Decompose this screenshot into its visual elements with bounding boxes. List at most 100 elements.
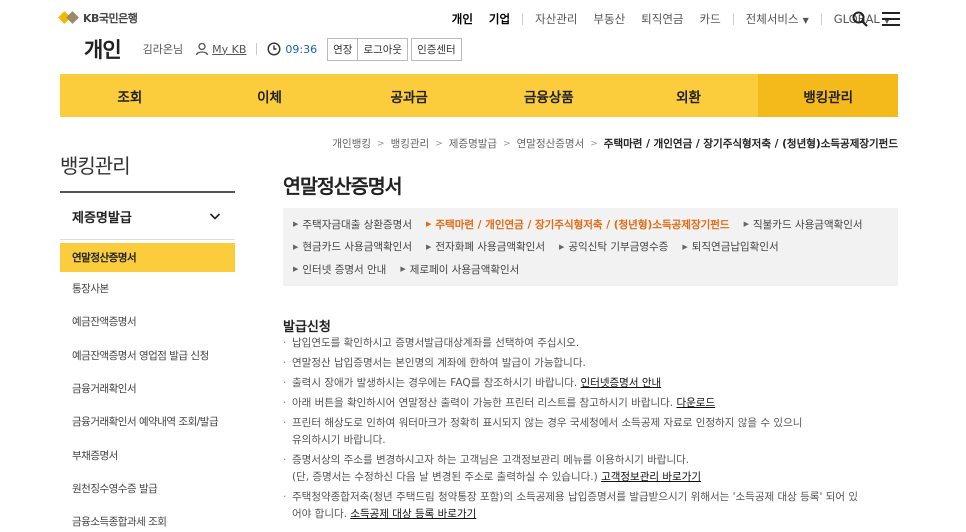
deduction-registration-link[interactable]: 소득공제 대상 등록 바로가기	[350, 508, 476, 520]
triangle-bullet-icon: ▶	[293, 220, 299, 229]
gnb-pension[interactable]: 퇴직연금	[641, 11, 683, 27]
divider	[820, 13, 822, 25]
sidebar-group-certificates[interactable]: 제증명발급	[60, 193, 235, 240]
notice-text: 아래 버튼을 확인하시어 연말정산 출력이 가능한 프린터 리스트를 참고하시기…	[292, 397, 674, 409]
tab-zeropay[interactable]: ▶ 제로페이 사용금액확인서	[400, 258, 519, 281]
tab-retirement-pension[interactable]: ▶ 퇴직연금납입확인서	[682, 236, 778, 259]
extend-session-button[interactable]: 연장	[327, 37, 359, 61]
divider	[522, 13, 524, 25]
tab-label: 주택자금대출 상환증명서	[302, 218, 412, 231]
nav-products[interactable]: 금융상품	[479, 74, 619, 117]
notice-item: 출력시 장애가 발생하시는 경우에는 FAQ를 참조하시기 바랍니다. 인터넷증…	[283, 375, 898, 392]
gnb-personal[interactable]: 개인	[452, 11, 473, 27]
triangle-bullet-icon: ▶	[682, 242, 688, 251]
caret-down-icon: ▼	[802, 16, 809, 25]
sidebar-item-withholding-receipt[interactable]: 원천징수영수증 발급	[60, 472, 235, 505]
sidebar-item-balance-cert[interactable]: 예금잔액증명서	[60, 305, 235, 338]
top-bar: KB국민은행 개인 기업 자산관리 부동산 퇴직연금 카드 전체서비스 ▼ GLO…	[0, 0, 966, 36]
breadcrumb-item[interactable]: 개인뱅킹	[332, 136, 371, 151]
gnb-asset[interactable]: 자산관리	[535, 11, 577, 27]
clock-icon	[267, 42, 281, 56]
logout-button[interactable]: 로그아웃	[357, 37, 409, 61]
tab-housing-loan[interactable]: ▶ 주택자금대출 상환증명서	[293, 213, 412, 236]
gnb-corporate[interactable]: 기업	[489, 11, 510, 27]
tab-internet-cert-guide[interactable]: ▶ 인터넷 증명서 안내	[293, 258, 386, 281]
triangle-bullet-icon: ▶	[426, 242, 432, 251]
triangle-bullet-icon: ▶	[400, 265, 406, 274]
sidebar-item-passbook-copy[interactable]: 통장사본	[60, 272, 235, 305]
section-heading: 발급신청	[283, 320, 331, 335]
tab-label: 주택마련 / 개인연금 / 장기주식형저축 / (청년형)소득공제장기펀드	[435, 218, 730, 231]
customer-info-link[interactable]: 고객정보관리 바로가기	[601, 471, 701, 483]
notice-item: 납입연도를 확인하시고 증명서발급대상계좌를 선택하여 주십시오.	[283, 335, 898, 352]
chevron-right-icon: >	[503, 138, 511, 149]
notice-text: (단, 증명서는 수정하신 다음 날 변경된 주소로 출력하실 수 있습니다.)	[292, 471, 598, 483]
tab-label: 현금카드 사용금액확인서	[302, 241, 412, 254]
breadcrumb: 개인뱅킹 > 뱅킹관리 > 제증명발급 > 연말정산증명서 > 주택마련 / 개인연금 …	[332, 136, 898, 151]
sidebar: 뱅킹관리 제증명발급 연말정산증명서 통장사본 예금잔액증명서 예금잔액증명서 …	[60, 150, 235, 532]
tab-label: 직불카드 사용금액확인서	[752, 218, 863, 231]
tab-e-money[interactable]: ▶ 전자화폐 사용금액확인서	[426, 236, 545, 259]
nav-transfer[interactable]: 이체	[200, 74, 340, 117]
triangle-bullet-icon: ▶	[559, 242, 565, 251]
notice-text: 증명서상의 주소를 변경하시고자 하는 고객님은 고객정보관리 메뉴를 이용하시…	[292, 454, 690, 466]
breadcrumb-item[interactable]: 뱅킹관리	[391, 136, 430, 151]
main-nav: 조회 이체 공과금 금융상품 외환 뱅킹관리	[60, 74, 899, 117]
breadcrumb-current: 주택마련 / 개인연금 / 장기주식형저축 / (청년형)소득공제장기펀드	[603, 138, 898, 150]
sidebar-list: 연말정산증명서 통장사본 예금잔액증명서 예금잔액증명서 영업점 발급 신청 금…	[60, 243, 235, 532]
nav-inquiry[interactable]: 조회	[60, 74, 200, 117]
cert-center-button[interactable]: 인증센터	[411, 37, 462, 61]
kb-logo[interactable]: KB국민은행	[60, 10, 138, 26]
tab-label: 공익신탁 기부금영수증	[568, 241, 669, 254]
tab-donation-receipt[interactable]: ▶ 공익신탁 기부금영수증	[559, 236, 668, 259]
sidebar-item-year-end-tax[interactable]: 연말정산증명서	[60, 243, 235, 272]
notice-text: 유의하시기 바랍니다.	[292, 434, 386, 446]
logo-text: KB국민은행	[83, 12, 138, 25]
notice-item: 아래 버튼을 확인하시어 연말정산 출력이 가능한 프린터 리스트를 참고하시기…	[283, 395, 898, 412]
kb-star-icon	[60, 11, 80, 25]
tab-housing-pension-fund[interactable]: ▶ 주택마련 / 개인연금 / 장기주식형저축 / (청년형)소득공제장기펀드	[426, 213, 730, 236]
divider	[732, 13, 734, 25]
notice-text: 프린터 해상도로 인하여 워터마크가 정확히 표시되지 않는 경우 국세청에서 …	[292, 417, 803, 429]
tab-debit-card[interactable]: ▶ 직불카드 사용금액확인서	[744, 213, 863, 236]
notice-item: 증명서상의 주소를 변경하시고자 하는 고객님은 고객정보관리 메뉴를 이용하시…	[283, 452, 898, 486]
internet-cert-guide-link[interactable]: 인터넷증명서 안내	[581, 377, 662, 389]
gnb-card[interactable]: 카드	[699, 11, 720, 27]
gnb-realestate[interactable]: 부동산	[593, 11, 625, 27]
sidebar-item-balance-cert-branch[interactable]: 예금잔액증명서 영업점 발급 신청	[60, 339, 235, 372]
search-icon[interactable]	[852, 11, 868, 27]
gnb-all-services[interactable]: 전체서비스 ▼	[746, 11, 809, 27]
triangle-bullet-icon: ▶	[426, 220, 432, 229]
triangle-bullet-icon: ▶	[293, 265, 299, 274]
breadcrumb-item[interactable]: 제증명발급	[449, 136, 497, 151]
triangle-bullet-icon: ▶	[743, 220, 749, 229]
chevron-right-icon: >	[377, 138, 385, 149]
tab-label: 전자화폐 사용금액확인서	[435, 241, 545, 254]
divider	[256, 43, 258, 55]
notice-item: 주택청약종합저축(청년 주택드림 청약통장 포함)의 소득공제용 납입증명서를 …	[283, 489, 898, 523]
notice-text: 주택청약종합저축(청년 주택드림 청약통장 포함)의 소득공제용 납입증명서를 …	[292, 491, 858, 503]
sidebar-item-transaction-cert[interactable]: 금융거래확인서	[60, 372, 235, 405]
sidebar-item-debt-cert[interactable]: 부채증명서	[60, 438, 235, 471]
tab-label: 인터넷 증명서 안내	[302, 263, 387, 276]
nav-banking-management[interactable]: 뱅킹관리	[758, 74, 899, 117]
breadcrumb-item[interactable]: 연말정산증명서	[517, 136, 585, 151]
global-nav: 개인 기업 자산관리 부동산 퇴직연금 카드 전체서비스 ▼ GLOBAL ▼	[444, 11, 898, 27]
tab-cash-card[interactable]: ▶ 현금카드 사용금액확인서	[293, 236, 412, 259]
notice-text: 연말정산 납입증명서는 본인명의 계좌에 한하여 발급이 가능합니다.	[292, 357, 586, 369]
nav-utility[interactable]: 공과금	[339, 74, 479, 117]
user-icon	[195, 42, 209, 56]
printer-list-download-link[interactable]: 다운로드	[676, 397, 715, 409]
user-bar: 개인 김라온님 My KB 09:36 연장 로그아웃 인증센터	[84, 34, 462, 64]
chevron-right-icon: >	[590, 138, 598, 149]
section-title: 개인	[84, 38, 122, 62]
notice-item: 연말정산 납입증명서는 본인명의 계좌에 한하여 발급이 가능합니다.	[283, 355, 898, 372]
hamburger-menu-icon[interactable]	[882, 12, 900, 26]
sidebar-item-financial-income[interactable]: 금융소득종합과세 조회	[60, 505, 235, 532]
mykb-link[interactable]: My KB	[212, 43, 246, 56]
notice-text: 어야 합니다.	[292, 508, 347, 520]
sidebar-item-transaction-reservation[interactable]: 금융거래확인서 예약내역 조회/발급	[60, 405, 235, 438]
nav-forex[interactable]: 외환	[619, 74, 759, 117]
notice-item: 프린터 해상도로 인하여 워터마크가 정확히 표시되지 않는 경우 국세청에서 …	[283, 415, 898, 449]
chevron-down-icon	[209, 213, 221, 220]
